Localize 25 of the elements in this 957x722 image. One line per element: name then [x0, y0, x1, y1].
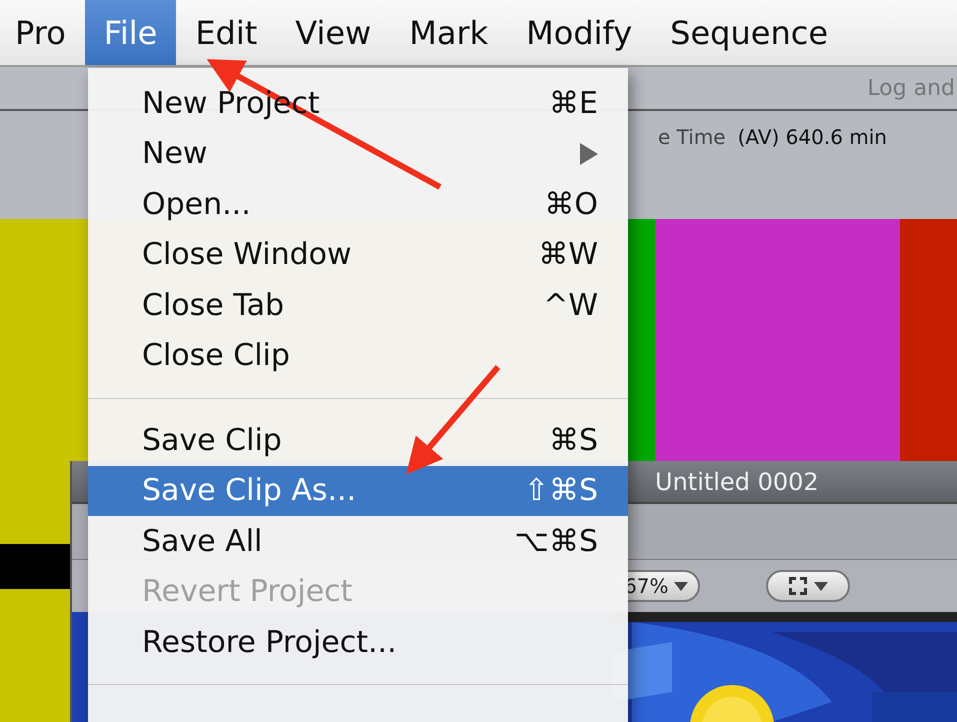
menu-title[interactable]: View [276, 0, 390, 65]
menu-title[interactable]: Sequence [651, 0, 847, 65]
menu-item[interactable]: Save All ⌥⌘S [88, 516, 628, 566]
menu-item[interactable]: Save Clip ⌘S [88, 415, 628, 466]
menu-item[interactable]: Restore Project... [88, 617, 628, 668]
caret-icon [674, 582, 688, 590]
menu-item[interactable]: Close Window ⌘W [88, 230, 628, 280]
free-time-label: e Time [658, 125, 726, 149]
menu-item[interactable]: Open... ⌘O [88, 179, 628, 230]
view-dropdown[interactable] [766, 570, 850, 602]
free-time-value: (AV) 640.6 min [738, 125, 887, 149]
menu-item[interactable]: New [88, 128, 628, 179]
window-title: Untitled 0002 [655, 468, 819, 496]
menu-title[interactable]: Modify [507, 0, 652, 65]
stripe [0, 544, 70, 589]
menu-title[interactable]: Mark [390, 0, 508, 65]
menu-title[interactable]: Pro [0, 0, 85, 65]
caret-icon [814, 582, 828, 590]
menu-title[interactable]: File [84, 0, 176, 65]
frame-icon [788, 576, 808, 596]
menu-title[interactable]: Edit [176, 0, 276, 65]
submenu-arrow-icon [580, 142, 598, 165]
menu-item[interactable]: Close Clip [88, 330, 628, 381]
menu-item[interactable]: Close Tab ^W [88, 280, 628, 330]
menu-item[interactable]: Save Clip As... ⇧⌘S [88, 466, 628, 516]
